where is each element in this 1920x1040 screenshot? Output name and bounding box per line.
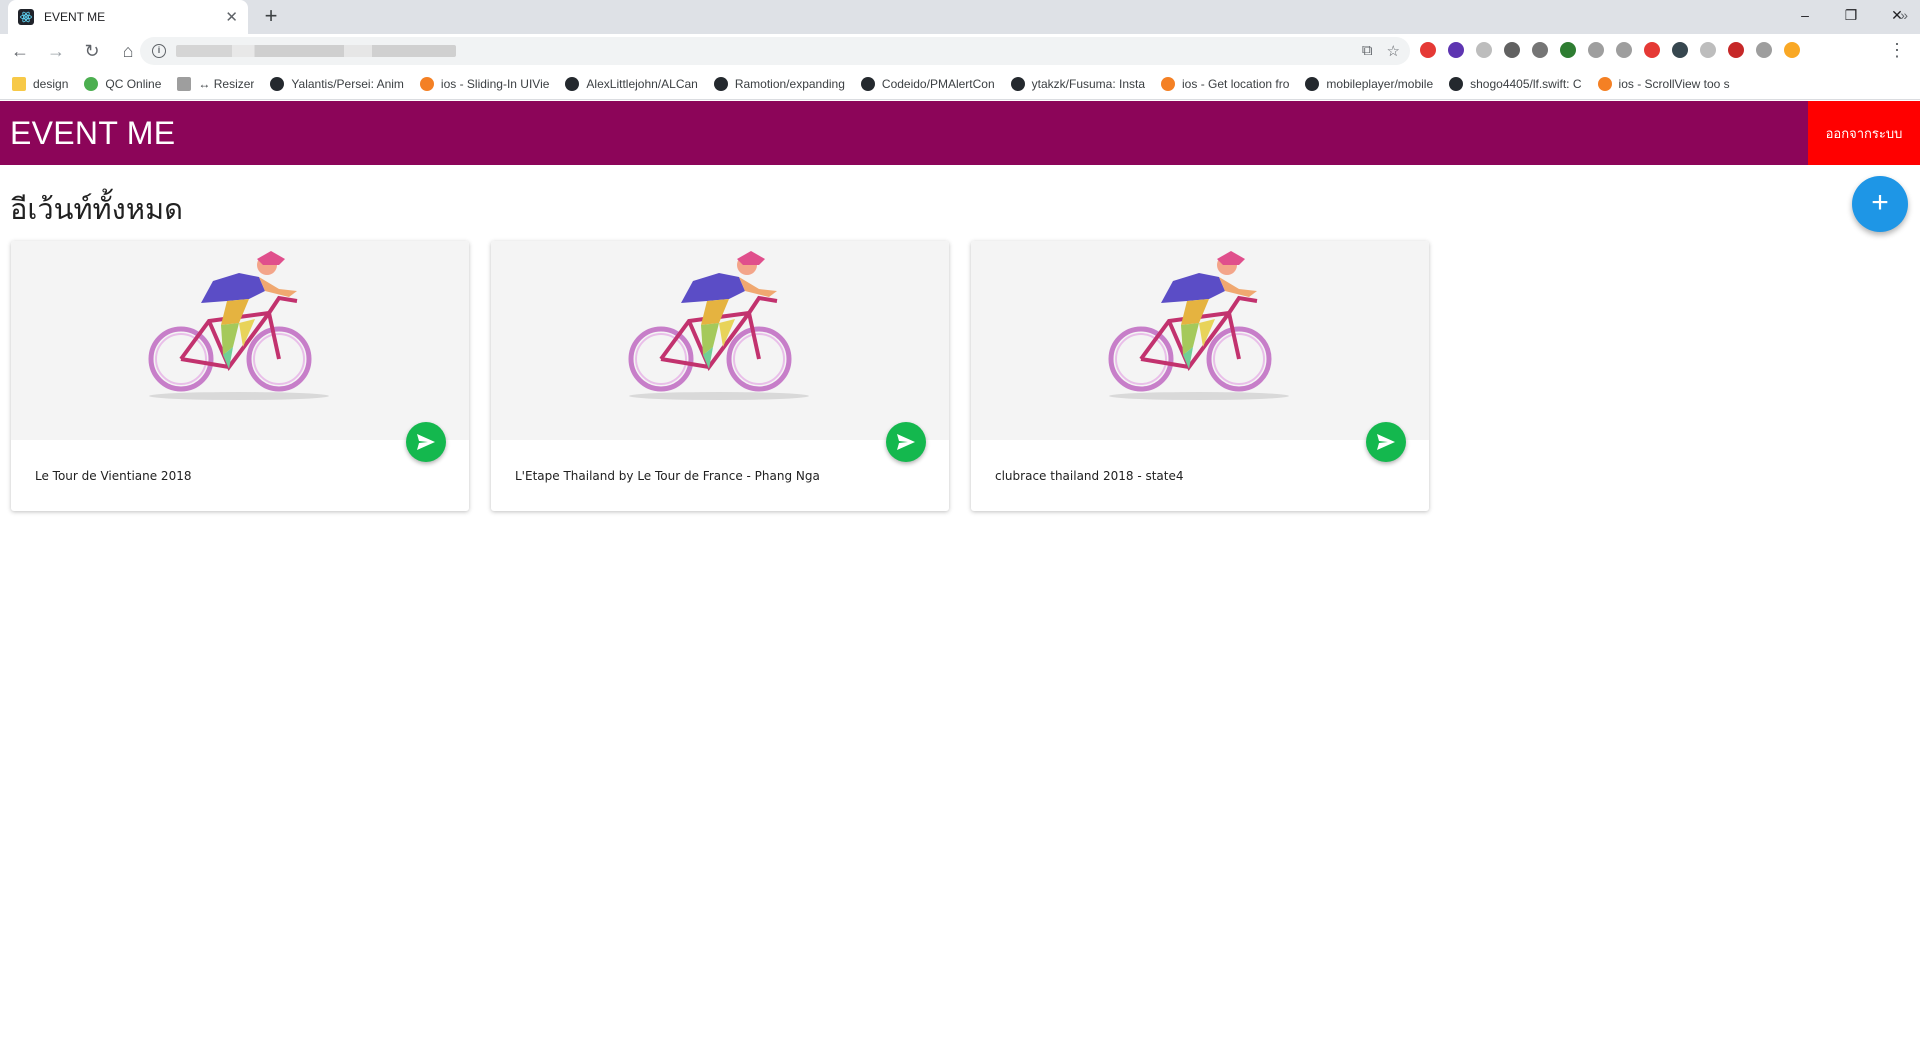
reload-icon[interactable]: ↻ [76,35,108,67]
extension-icon[interactable] [1420,42,1436,58]
add-event-button[interactable]: + [1852,176,1908,232]
extension-icon[interactable] [1532,42,1548,58]
site-info-icon[interactable]: i [152,44,166,58]
bookmark-label: QC Online [105,76,162,91]
bookmarks-bar: design QC Online ↔ Resizer Yalantis/Persei:… [0,68,1920,100]
event-image [491,241,949,440]
browser-menu-icon[interactable]: ⋮ [1888,40,1906,61]
event-card[interactable]: Le Tour de Vientiane 2018 [11,241,469,511]
extension-icon[interactable] [1504,42,1520,58]
bookmark-label: ios - Get location fro [1182,76,1290,91]
event-card[interactable]: clubrace thailand 2018 - state4 [971,241,1429,511]
bookmarks-overflow-icon[interactable]: » [1900,7,1908,23]
extension-icon[interactable] [1784,42,1800,58]
forward-arrow-icon[interactable]: → [40,35,72,67]
new-tab-button[interactable]: + [258,4,284,30]
check-icon [84,76,99,91]
address-bar[interactable]: i ⧉ ☆ [140,37,1410,65]
bookmark-label: mobileplayer/mobile [1326,76,1434,91]
stackoverflow-icon [1597,76,1612,91]
event-title: clubrace thailand 2018 - state4 [995,469,1184,483]
extension-icon[interactable] [1476,42,1492,58]
github-icon [270,76,285,91]
translate-icon[interactable]: ⧉ [1362,42,1373,60]
tab-close-icon[interactable]: ✕ [225,8,238,26]
bookmark-item[interactable]: Yalantis/Persei: Anim [270,76,404,91]
extension-icons [1420,42,1800,58]
event-card[interactable]: L'Etape Thailand by Le Tour de France - … [491,241,949,511]
bookmark-item[interactable]: mobileplayer/mobile [1305,76,1434,91]
bookmark-label: ↔ Resizer [198,76,255,91]
extension-icon[interactable] [1644,42,1660,58]
extension-icon[interactable] [1616,42,1632,58]
cyclist-illustration-icon [628,251,809,400]
send-icon[interactable] [886,422,926,462]
extension-icon[interactable] [1588,42,1604,58]
page-title: อีเว้นท์ทั้งหมด [10,192,183,226]
logout-button[interactable]: ออกจากระบบ [1808,101,1920,165]
browser-toolbar: ← → ↻ ⌂ i ⧉ ☆ ⋮ [0,34,1920,68]
bookmark-item[interactable]: ios - Sliding-In UIVie [419,76,550,91]
stackoverflow-icon [419,76,434,91]
minimize-button[interactable]: – [1782,0,1828,30]
extension-icon[interactable] [1448,42,1464,58]
github-icon [1449,76,1464,91]
cyclist-illustration-icon [148,251,329,400]
extension-icon[interactable] [1560,42,1576,58]
bookmark-item[interactable]: ↔ Resizer [177,76,255,91]
page-icon [177,76,192,91]
github-icon [1010,76,1025,91]
folder-icon [12,76,26,91]
event-title: L'Etape Thailand by Le Tour de France - … [515,469,820,483]
event-image [971,241,1429,440]
bookmark-label: ios - Sliding-In UIVie [440,76,550,91]
restore-button[interactable]: ❐ [1828,0,1874,30]
extension-icon[interactable] [1672,42,1688,58]
bookmark-label: design [33,76,69,91]
cyclist-illustration-icon [1108,251,1289,400]
close-window-button[interactable]: ✕ [1874,0,1920,30]
app-header: EVENT ME ออกจากระบบ [0,101,1920,165]
bookmark-item[interactable]: AlexLittlejohn/ALCan [565,76,698,91]
tab-title: EVENT ME [44,10,106,24]
bookmark-item[interactable]: shogo4405/lf.swift: C [1449,76,1582,91]
browser-tab[interactable]: EVENT ME ✕ [8,0,248,34]
github-icon [1305,76,1320,91]
extension-icon[interactable] [1756,42,1772,58]
app-title: EVENT ME [10,115,176,151]
github-icon [565,76,580,91]
bookmark-label: AlexLittlejohn/ALCan [586,76,698,91]
bookmark-label: Yalantis/Persei: Anim [291,76,404,91]
bookmark-label: shogo4405/lf.swift: C [1470,76,1582,91]
extension-icon[interactable] [1728,42,1744,58]
bookmark-label: Ramotion/expanding [734,76,845,91]
url-blurred [176,45,456,57]
bookmark-label: ytakzk/Fusuma: Insta [1031,76,1146,91]
bookmark-item[interactable]: Codeido/PMAlertCon [860,76,995,91]
github-icon [713,76,728,91]
bookmark-star-icon[interactable]: ☆ [1387,42,1400,60]
bookmark-label: ios - ScrollView too s [1618,76,1730,91]
back-arrow-icon[interactable]: ← [4,35,36,67]
bookmark-item[interactable]: ytakzk/Fusuma: Insta [1010,76,1146,91]
bookmark-item[interactable]: ios - ScrollView too s [1597,76,1730,91]
bookmark-item[interactable]: design [12,76,69,91]
bookmark-item[interactable]: ios - Get location fro [1161,76,1290,91]
event-image [11,241,469,440]
bookmark-item[interactable]: QC Online [84,76,162,91]
bookmark-label: Codeido/PMAlertCon [881,76,995,91]
react-favicon-icon [18,9,34,25]
event-title: Le Tour de Vientiane 2018 [35,469,192,483]
send-icon[interactable] [1366,422,1406,462]
stackoverflow-icon [1161,76,1176,91]
bookmark-item[interactable]: Ramotion/expanding [713,76,845,91]
browser-tab-bar: EVENT ME ✕ + – ❐ ✕ [0,0,1920,34]
send-icon[interactable] [406,422,446,462]
extension-icon[interactable] [1700,42,1716,58]
github-icon [860,76,875,91]
